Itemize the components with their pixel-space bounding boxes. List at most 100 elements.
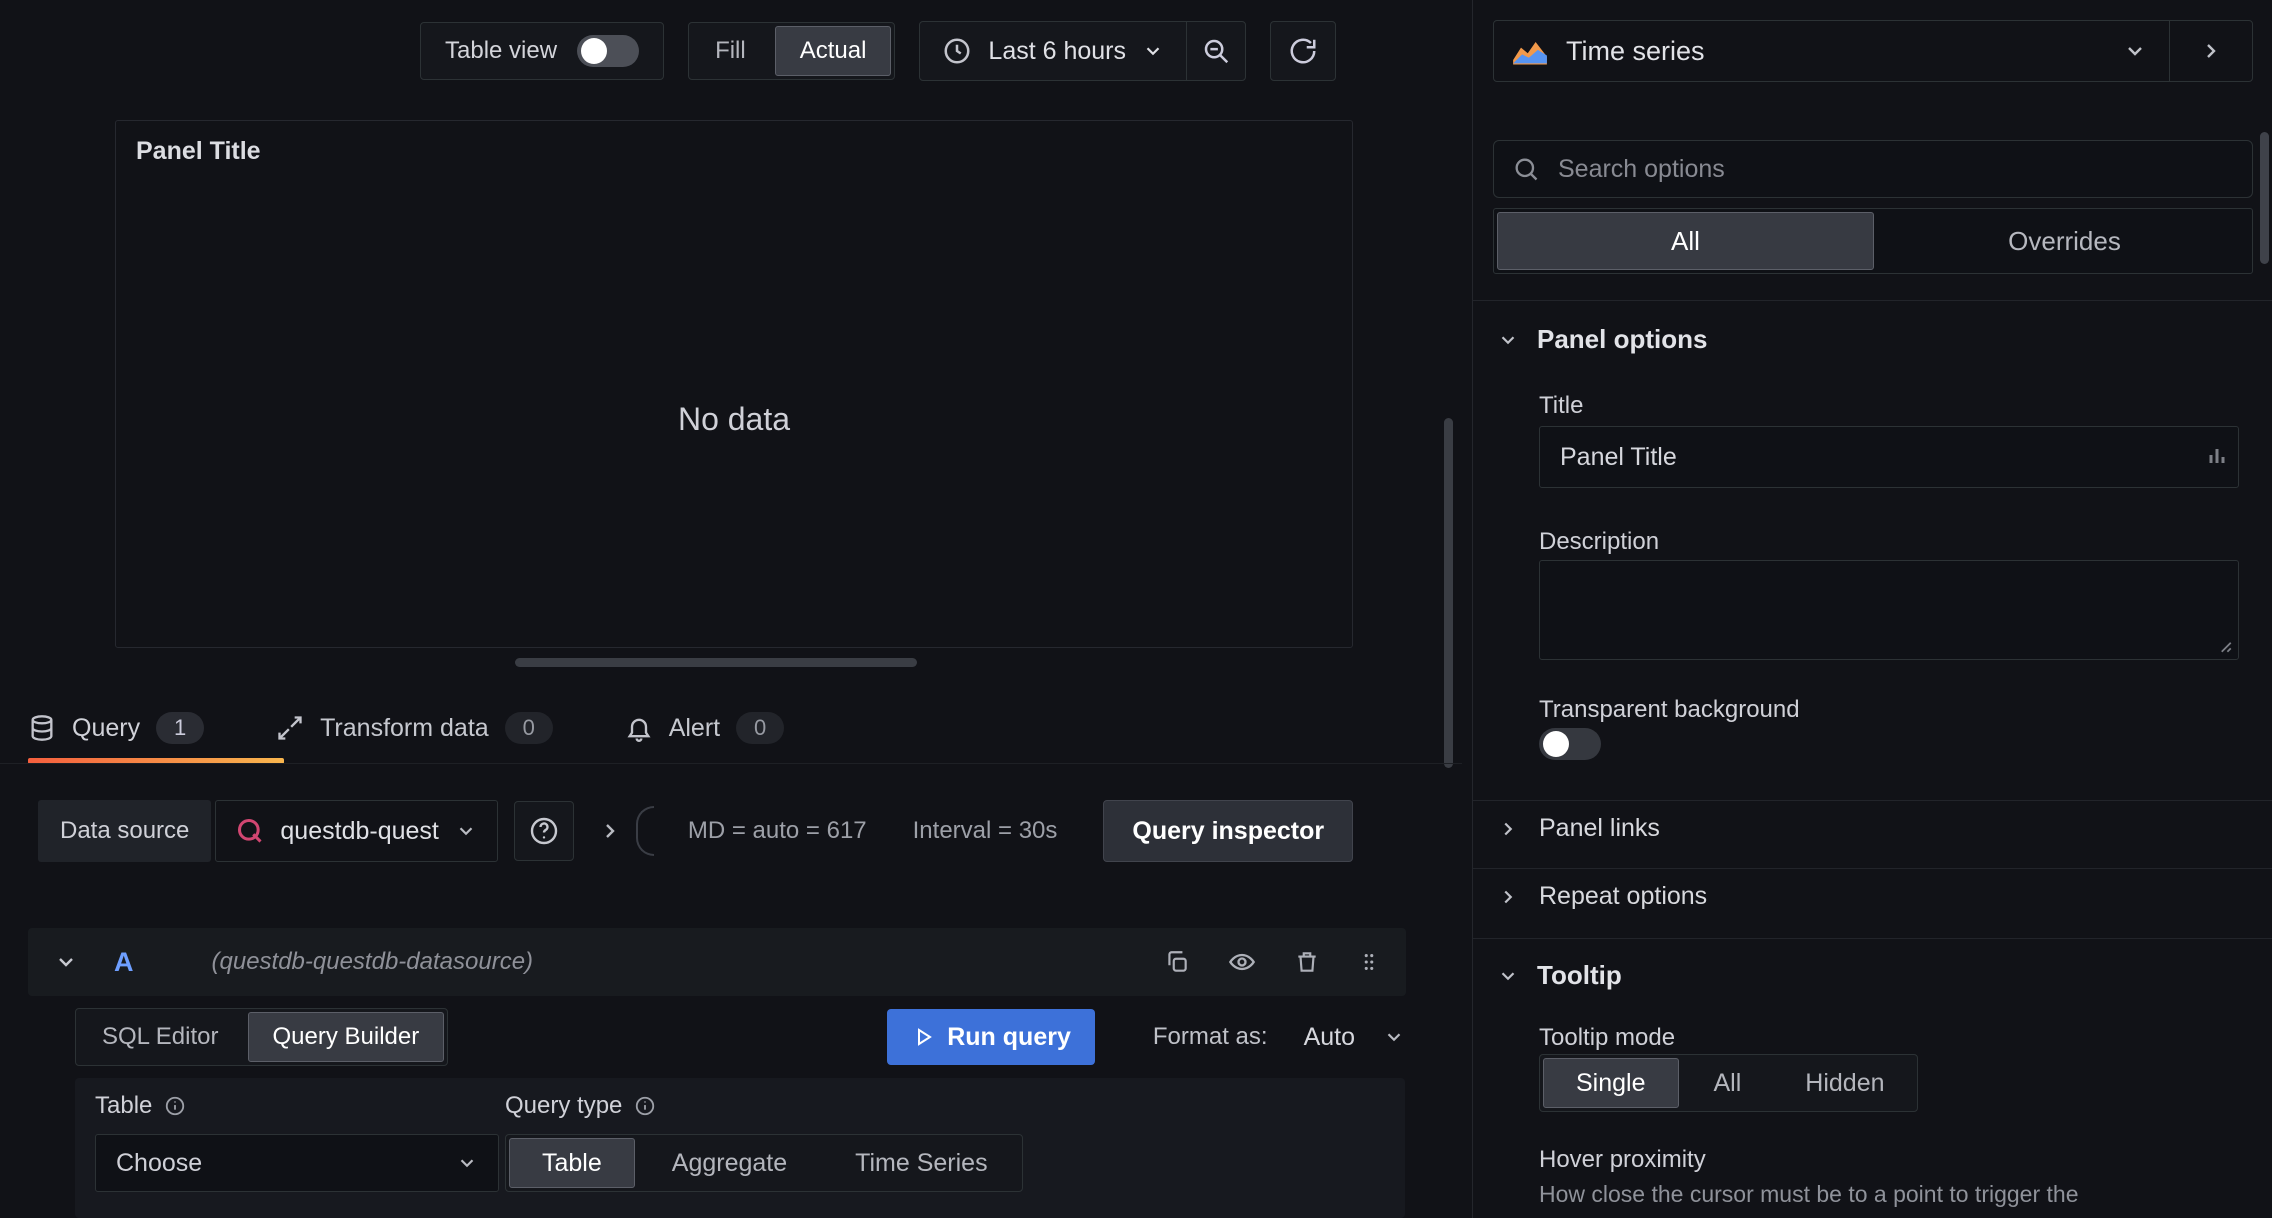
panel-title[interactable]: Panel Title <box>136 137 261 166</box>
query-inspector-button[interactable]: Query inspector <box>1103 800 1354 862</box>
chevron-down-icon <box>1497 965 1519 987</box>
query-type-label: Query type <box>505 1092 623 1119</box>
format-as-value[interactable]: Auto <box>1304 1023 1355 1052</box>
query-ref-id: A <box>114 946 134 977</box>
query-type-group: Table Aggregate Time Series <box>505 1134 1023 1192</box>
transparent-background-label: Transparent background <box>1539 696 1800 723</box>
table-view-control[interactable]: Table view <box>420 22 665 80</box>
table-select[interactable]: Choose <box>95 1134 499 1192</box>
divider <box>1473 938 2272 939</box>
bell-icon <box>625 714 653 742</box>
time-range-label: Last 6 hours <box>988 36 1127 65</box>
options-filter-tabs: All Overrides <box>1493 208 2253 274</box>
tooltip-mode-label: Tooltip mode <box>1539 1024 1676 1051</box>
chevron-down-icon[interactable] <box>54 950 78 974</box>
panel-options-section[interactable]: Panel options <box>1497 324 1707 355</box>
delete-query-icon[interactable] <box>1294 949 1320 975</box>
tooltip-section[interactable]: Tooltip <box>1497 960 1622 991</box>
transform-icon <box>276 714 304 742</box>
search-icon <box>1512 155 1540 183</box>
chevron-down-icon[interactable] <box>1383 1026 1405 1048</box>
time-range-picker[interactable]: Last 6 hours <box>920 22 1186 80</box>
datasource-row: Data source questdb-quest MD = auto = 61… <box>38 800 1354 862</box>
collapsed-pill-fragment <box>635 806 654 856</box>
tooltip-mode-single[interactable]: Single <box>1543 1058 1679 1108</box>
fill-option[interactable]: Fill <box>689 23 772 79</box>
divider <box>1473 868 2272 869</box>
chevron-down-icon <box>455 820 477 842</box>
panel-description-input[interactable] <box>1539 560 2239 660</box>
tooltip-mode-group: Single All Hidden <box>1539 1054 1918 1112</box>
tab-query-label: Query <box>72 713 141 742</box>
query-type-field: Query type Table Aggregate Time Series <box>505 1092 1023 1192</box>
query-type-aggregate[interactable]: Aggregate <box>638 1135 821 1191</box>
visualization-name: Time series <box>1566 35 1705 66</box>
query-builder-form: Table Choose Query type Table Aggregate … <box>75 1078 1405 1218</box>
horizontal-scrollbar[interactable] <box>515 658 917 667</box>
interval-stat: Interval = 30s <box>912 817 1058 844</box>
table-view-label: Table view <box>445 37 558 64</box>
database-icon <box>28 714 56 742</box>
play-icon <box>911 1025 935 1049</box>
tab-alert[interactable]: Alert 0 <box>625 712 785 744</box>
divider <box>0 763 1462 764</box>
query-datasource-hint: (questdb-questdb-datasource) <box>211 948 534 975</box>
panel-title-input[interactable] <box>1539 426 2239 488</box>
drag-handle-icon[interactable] <box>1358 949 1380 975</box>
datasource-label: Data source <box>38 800 212 862</box>
tab-query[interactable]: Query 1 <box>28 712 205 744</box>
editor-mode-group: SQL Editor Query Builder <box>75 1008 449 1066</box>
visualization-picker[interactable]: Time series <box>1493 20 2253 82</box>
chevron-right-icon <box>1497 818 1519 840</box>
duplicate-query-icon[interactable] <box>1164 949 1190 975</box>
panel-links-label: Panel links <box>1539 814 1660 842</box>
hide-query-icon[interactable] <box>1228 948 1256 976</box>
query-type-table[interactable]: Table <box>509 1138 635 1188</box>
no-data-message: No data <box>677 401 791 437</box>
query-row-header[interactable]: A (questdb-questdb-datasource) <box>28 928 1406 996</box>
panel-links-section[interactable]: Panel links <box>1497 814 1660 843</box>
table-select-value: Choose <box>116 1148 203 1177</box>
tab-alert-label: Alert <box>668 713 721 742</box>
options-search-input[interactable] <box>1556 153 2234 185</box>
panel-options-heading: Panel options <box>1537 324 1708 354</box>
query-type-timeseries[interactable]: Time Series <box>821 1135 1021 1191</box>
datasource-help-button[interactable] <box>513 801 574 861</box>
info-icon <box>634 1095 656 1117</box>
chevron-right-icon <box>1497 886 1519 908</box>
resize-handle-icon[interactable] <box>2215 636 2233 654</box>
options-tab-all[interactable]: All <box>1497 212 1874 270</box>
actual-option[interactable]: Actual <box>774 26 892 76</box>
editor-mode-row: SQL Editor Query Builder Run query Forma… <box>75 1006 1405 1068</box>
panel-preview: Panel Title No data <box>115 120 1353 648</box>
query-builder-option[interactable]: Query Builder <box>247 1012 445 1062</box>
options-tab-overrides[interactable]: Overrides <box>1877 209 2252 273</box>
chevron-right-icon[interactable] <box>598 819 622 843</box>
datasource-picker[interactable]: questdb-quest <box>215 800 498 862</box>
zoom-out-button[interactable] <box>1187 22 1245 80</box>
table-view-toggle[interactable] <box>577 35 640 67</box>
collapse-pane-button[interactable] <box>2170 39 2252 63</box>
options-search[interactable] <box>1493 140 2253 198</box>
chevron-down-icon <box>1142 40 1164 62</box>
transparent-background-toggle[interactable] <box>1539 728 1601 760</box>
tooltip-mode-hidden[interactable]: Hidden <box>1773 1055 1916 1111</box>
run-query-label: Run query <box>947 1022 1071 1051</box>
sidebar-scrollbar[interactable] <box>2260 132 2269 264</box>
tooltip-mode-all[interactable]: All <box>1682 1055 1774 1111</box>
grafana-panel-editor: Table view Fill Actual Last 6 hours Pane… <box>0 0 2272 1218</box>
options-sidebar: Time series All Overrides Panel optio <box>1472 0 2272 1218</box>
run-query-button[interactable]: Run query <box>887 1009 1095 1065</box>
description-label: Description <box>1539 528 1660 555</box>
hover-proximity-label: Hover proximity <box>1539 1146 1706 1173</box>
sql-editor-option[interactable]: SQL Editor <box>76 1009 245 1065</box>
questdb-logo-icon <box>236 817 264 845</box>
suggestion-bars-icon[interactable] <box>2205 444 2229 468</box>
tab-transform[interactable]: Transform data 0 <box>276 712 553 744</box>
vertical-scrollbar[interactable] <box>1444 418 1453 768</box>
format-as-label: Format as: <box>1152 1023 1268 1050</box>
repeat-options-section[interactable]: Repeat options <box>1497 882 1707 911</box>
refresh-button[interactable] <box>1270 21 1337 81</box>
clock-icon <box>942 36 972 66</box>
info-icon <box>164 1095 186 1117</box>
